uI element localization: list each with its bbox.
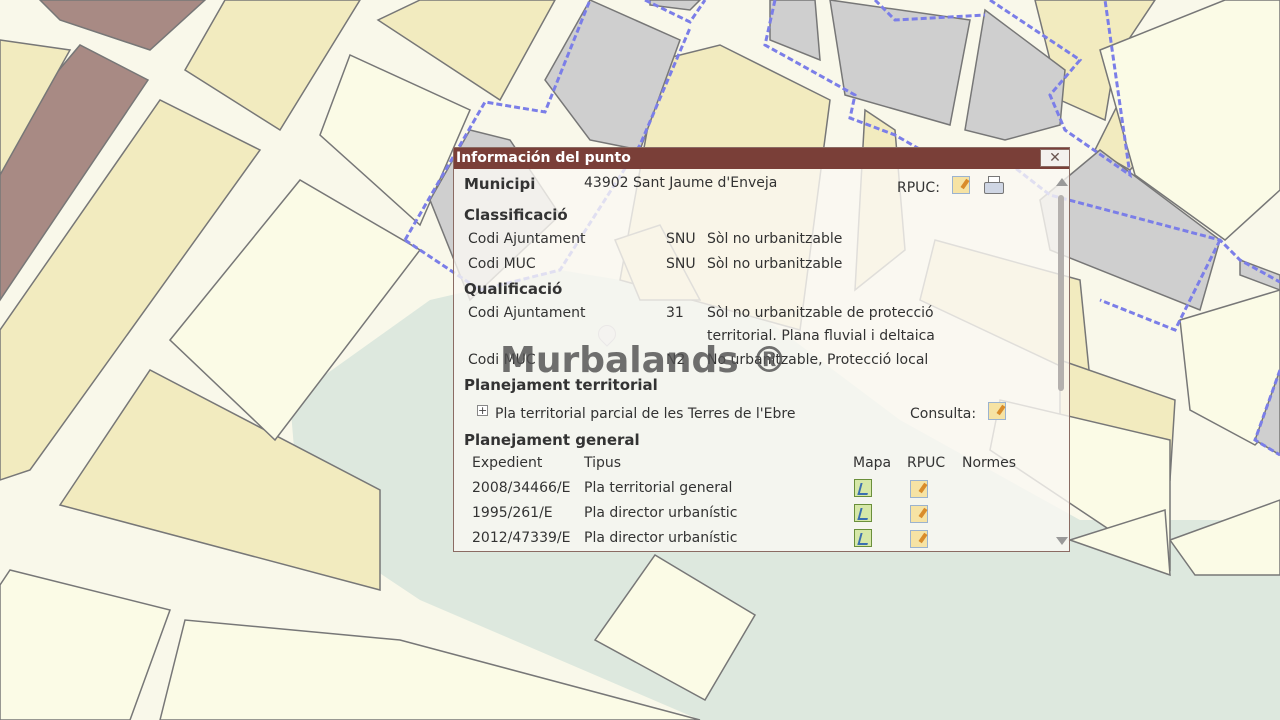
classificacio-label: Codi MUC <box>468 256 536 272</box>
pla-territorial-item[interactable]: Pla territorial parcial de les Terres de… <box>495 406 795 422</box>
popup-scrollbar[interactable] <box>1053 169 1069 551</box>
consulta-label: Consulta: <box>910 406 977 422</box>
scroll-down-arrow-icon[interactable] <box>1056 537 1068 545</box>
column-header-expedient: Expedient <box>472 455 543 471</box>
classificacio-desc: Sòl no urbanitzable <box>707 256 843 272</box>
municipi-label: Municipi <box>464 175 536 193</box>
qualificacio-desc: Sòl no urbanitzable de protecció <box>707 305 934 321</box>
rpuc-edit-icon[interactable] <box>952 176 970 194</box>
map-icon[interactable] <box>854 529 872 547</box>
rpuc-edit-icon[interactable] <box>910 530 928 548</box>
classificacio-desc: Sòl no urbanitzable <box>707 231 843 247</box>
classificacio-code: SNU <box>666 231 696 247</box>
column-header-mapa: Mapa <box>853 455 892 471</box>
watermark: Murbalands ® <box>500 340 788 381</box>
map-icon[interactable] <box>854 479 872 497</box>
consulta-edit-icon[interactable] <box>988 402 1006 420</box>
qualificacio-label: Codi Ajuntament <box>468 305 586 321</box>
table-row-tipus: Pla territorial general <box>584 480 733 496</box>
column-header-normes: Normes <box>962 455 1017 471</box>
close-button[interactable]: ✕ <box>1040 149 1070 167</box>
rpuc-label: RPUC: <box>897 180 940 196</box>
rpuc-edit-icon[interactable] <box>910 505 928 523</box>
planejament-general-heading: Planejament general <box>464 431 640 449</box>
scroll-up-arrow-icon[interactable] <box>1056 178 1068 186</box>
print-icon[interactable] <box>983 176 1004 194</box>
table-row-tipus: Pla director urbanístic <box>584 505 738 521</box>
qualificacio-heading: Qualificació <box>464 280 563 298</box>
rpuc-edit-icon[interactable] <box>910 480 928 498</box>
municipi-value: 43902 Sant Jaume d'Enveja <box>584 175 778 191</box>
scrollbar-thumb[interactable] <box>1058 195 1064 391</box>
classificacio-label: Codi Ajuntament <box>468 231 586 247</box>
qualificacio-code: 31 <box>666 305 684 321</box>
column-header-rpuc: RPUC <box>907 455 946 471</box>
table-row-tipus: Pla director urbanístic <box>584 530 738 546</box>
classificacio-heading: Classificació <box>464 206 568 224</box>
expand-plus-icon[interactable]: + <box>477 405 488 416</box>
table-row-expedient: 2008/34466/E <box>472 480 571 496</box>
column-header-tipus: Tipus <box>584 455 622 471</box>
table-row-expedient: 2012/47339/E <box>472 530 571 546</box>
popup-title: Información del punto <box>454 148 1069 169</box>
map-icon[interactable] <box>854 504 872 522</box>
table-row-expedient: 1995/261/E <box>472 505 553 521</box>
classificacio-code: SNU <box>666 256 696 272</box>
